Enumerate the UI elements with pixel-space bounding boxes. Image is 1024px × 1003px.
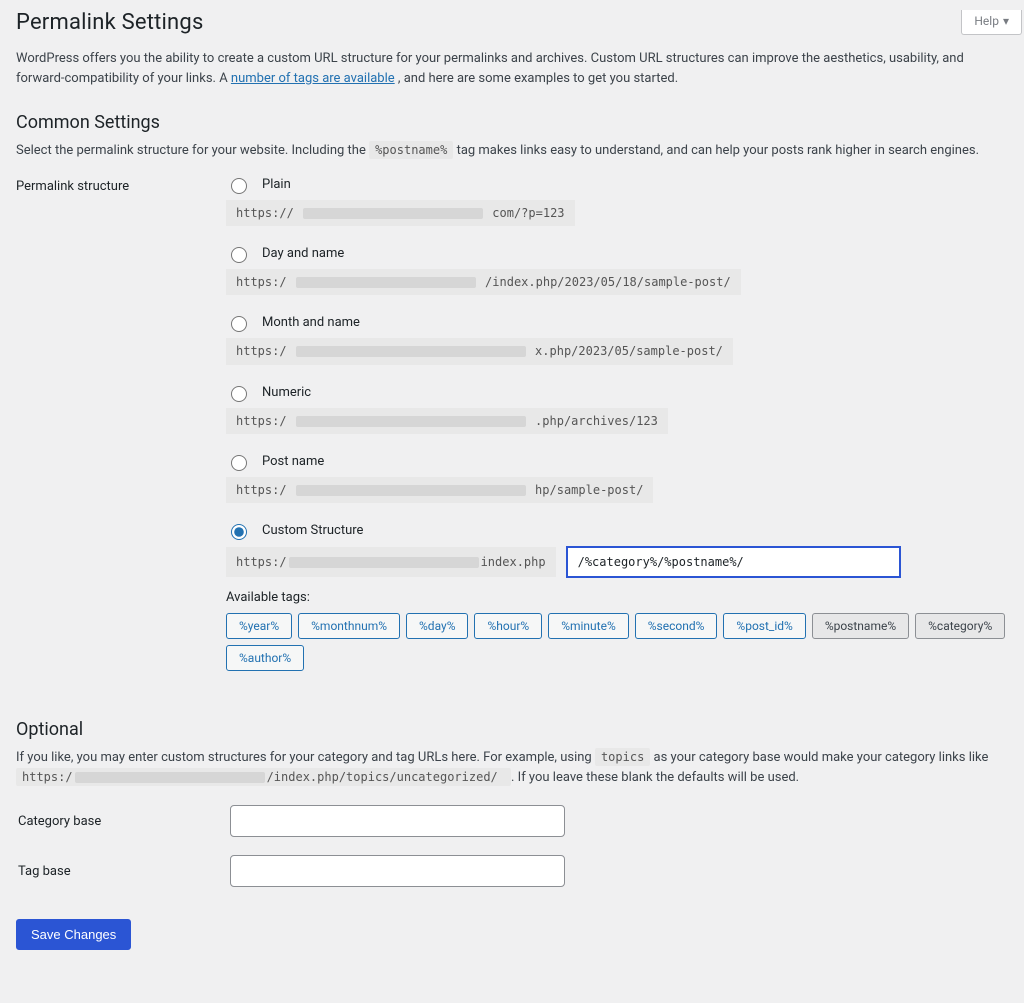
- radio-custom[interactable]: [231, 524, 247, 540]
- radio-day-name[interactable]: [231, 247, 247, 263]
- chevron-down-icon: ▾: [1003, 14, 1009, 28]
- radio-plain[interactable]: [231, 178, 247, 194]
- redacted-domain: [296, 346, 526, 357]
- available-tags-label: Available tags:: [226, 590, 1008, 605]
- redacted-domain: [296, 485, 526, 496]
- radio-post-name[interactable]: [231, 455, 247, 471]
- radio-numeric[interactable]: [231, 386, 247, 402]
- tag-button-category[interactable]: %category%: [915, 613, 1005, 639]
- redacted-domain: [289, 557, 479, 568]
- save-changes-button[interactable]: Save Changes: [16, 919, 131, 950]
- tag-button-author[interactable]: %author%: [226, 645, 304, 671]
- structure-option-post-name: Post name https:/ hp/sample-post/: [226, 452, 1008, 503]
- help-tab-label: Help: [974, 14, 999, 28]
- radio-month-name[interactable]: [231, 316, 247, 332]
- tags-link[interactable]: number of tags are available: [231, 71, 395, 86]
- tag-button-postname[interactable]: %postname%: [812, 613, 909, 639]
- redacted-domain: [303, 208, 483, 219]
- example-plain: https:// com/?p=123: [226, 200, 575, 226]
- tag-base-input[interactable]: [230, 855, 565, 887]
- example-category-url: https://index.php/topics/uncategorized/: [16, 768, 511, 786]
- category-base-label: Category base: [18, 797, 228, 845]
- tag-button-year[interactable]: %year%: [226, 613, 292, 639]
- optional-heading: Optional: [16, 719, 1008, 740]
- structure-option-plain: Plain https:// com/?p=123: [226, 175, 1008, 226]
- tag-base-label: Tag base: [18, 847, 228, 895]
- custom-structure-input[interactable]: [566, 546, 901, 578]
- structure-option-month-name: Month and name https:/ x.php/2023/05/sam…: [226, 313, 1008, 364]
- available-tags: %year%%monthnum%%day%%hour%%minute%%seco…: [226, 613, 1008, 671]
- topics-code: topics: [595, 748, 650, 766]
- tag-button-post_id[interactable]: %post_id%: [723, 613, 805, 639]
- structure-option-numeric: Numeric https:/ .php/archives/123: [226, 383, 1008, 434]
- example-day-name: https:/ /index.php/2023/05/18/sample-pos…: [226, 269, 741, 295]
- page-title: Permalink Settings: [16, 10, 1008, 35]
- optional-desc: If you like, you may enter custom struct…: [16, 748, 1008, 787]
- redacted-domain: [75, 772, 265, 783]
- structure-option-day-name: Day and name https:/ /index.php/2023/05/…: [226, 244, 1008, 295]
- example-month-name: https:/ x.php/2023/05/sample-post/: [226, 338, 733, 364]
- tag-button-minute[interactable]: %minute%: [548, 613, 629, 639]
- redacted-domain: [296, 277, 476, 288]
- intro-paragraph: WordPress offers you the ability to crea…: [16, 49, 1008, 88]
- tag-button-monthnum[interactable]: %monthnum%: [298, 613, 400, 639]
- structure-option-custom: Custom Structure https:/ index.php: [226, 521, 1008, 671]
- tag-button-hour[interactable]: %hour%: [474, 613, 542, 639]
- example-numeric: https:/ .php/archives/123: [226, 408, 668, 434]
- permalink-structure-label: Permalink structure: [16, 169, 226, 696]
- redacted-domain: [296, 416, 526, 427]
- tag-button-second[interactable]: %second%: [635, 613, 718, 639]
- help-tab[interactable]: Help ▾: [961, 10, 1022, 35]
- tag-button-day[interactable]: %day%: [406, 613, 468, 639]
- category-base-input[interactable]: [230, 805, 565, 837]
- common-settings-heading: Common Settings: [16, 112, 1008, 133]
- postname-tag-inline: %postname%: [369, 141, 453, 159]
- common-settings-desc: Select the permalink structure for your …: [16, 141, 1008, 161]
- example-post-name: https:/ hp/sample-post/: [226, 477, 653, 503]
- custom-url-prefix: https:/ index.php: [226, 547, 556, 577]
